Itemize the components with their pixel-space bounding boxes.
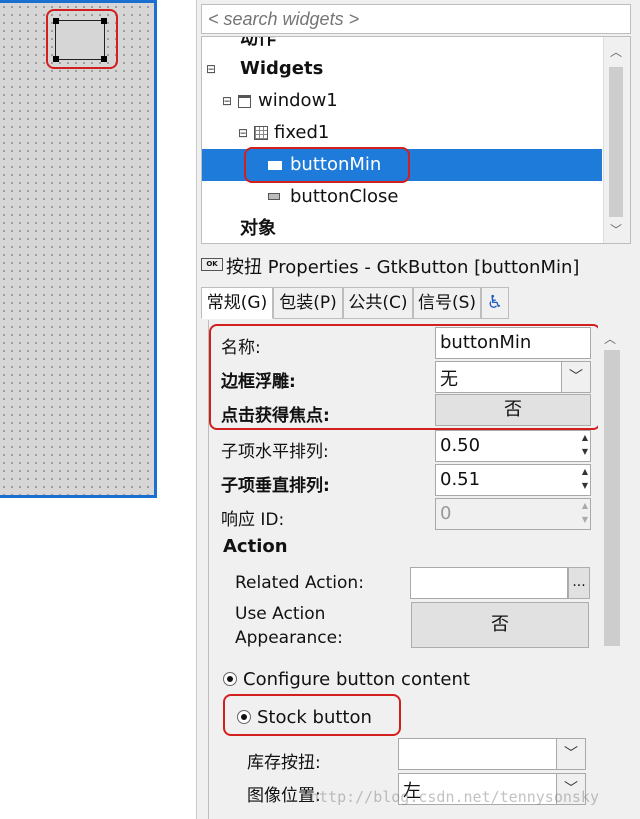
tab-label: 包装(P): [279, 293, 337, 313]
selected-tree-item-highlight: [244, 147, 410, 183]
tree-item-fixed1[interactable]: ⊟ fixed1: [202, 117, 602, 149]
tree-item-objects[interactable]: 对象: [202, 213, 602, 243]
relief-label: 边框浮雕:: [221, 372, 296, 392]
window-icon: [238, 95, 251, 108]
spin-arrows-icon[interactable]: ▲ ▼: [580, 499, 590, 529]
chevron-down-icon[interactable]: ﹀: [556, 739, 585, 769]
relief-value: 无: [440, 369, 458, 390]
scroll-down-icon[interactable]: ﹀: [610, 221, 622, 238]
tree-item-buttonclose[interactable]: buttonClose: [202, 181, 602, 213]
tree-item-window1[interactable]: ⊟ window1: [202, 85, 602, 117]
configure-content-radio[interactable]: [223, 672, 237, 686]
design-canvas[interactable]: [0, 0, 157, 498]
collapse-icon[interactable]: ⊟: [206, 53, 216, 85]
stock-id-label: 库存按扭:: [247, 753, 321, 773]
scroll-up-icon[interactable]: ︿: [610, 43, 622, 60]
canvas-margin: [160, 0, 197, 819]
resize-handle-bl[interactable]: [53, 56, 59, 62]
yalign-label: 子项垂直排列:: [221, 476, 330, 496]
use-action-appearance-label-2: Appearance:: [235, 628, 343, 648]
chevron-down-icon[interactable]: ﹀: [561, 362, 590, 392]
watermark: http://blog.csdn.net/tennysonsky: [310, 788, 599, 806]
response-id-value: 0: [440, 503, 452, 524]
resize-handle-tr[interactable]: [101, 18, 107, 24]
tree-item-label: window1: [258, 90, 338, 111]
tree-item-label: Widgets: [240, 58, 324, 79]
related-action-field[interactable]: [410, 567, 568, 599]
scroll-up-icon[interactable]: ︿: [604, 330, 616, 347]
tree-item-label: 对象: [240, 218, 276, 239]
focus-on-click-toggle[interactable]: 否: [435, 394, 591, 426]
scroll-thumb[interactable]: [604, 350, 620, 646]
properties-scrollbar[interactable]: ︿: [598, 320, 626, 819]
button-icon: [268, 193, 280, 200]
yalign-spin[interactable]: 0.51 ▲ ▼: [435, 464, 591, 496]
response-id-spin[interactable]: 0 ▲ ▼: [435, 498, 591, 530]
use-action-appearance-label: Use Action: [235, 604, 326, 624]
action-section-header: Action: [223, 536, 288, 557]
properties-header: OK 按扭 Properties - GtkButton [buttonMin]: [201, 250, 631, 278]
button-ok-icon: OK: [201, 258, 223, 271]
relief-combo[interactable]: 无 ﹀: [435, 361, 591, 393]
properties-title: 按扭 Properties - GtkButton [buttonMin]: [226, 257, 580, 278]
tab-accessibility[interactable]: ♿: [481, 287, 509, 319]
tree-item-widgets[interactable]: ⊟ Widgets: [202, 53, 602, 85]
resize-handle-tl[interactable]: [53, 18, 59, 24]
xalign-spin[interactable]: 0.50 ▲ ▼: [435, 430, 591, 462]
properties-tabs: 常规(G) 包装(P) 公共(C) 信号(S) ♿: [201, 287, 631, 319]
tree-item-label: fixed1: [274, 122, 330, 143]
related-action-browse-button[interactable]: ...: [568, 567, 590, 599]
search-input[interactable]: [201, 4, 631, 34]
widget-tree: 动作 ⊟ Widgets ⊟ window1 ⊟ fixed1 buttonMi…: [201, 36, 631, 244]
collapse-icon[interactable]: ⊟: [238, 117, 248, 149]
stock-button-label[interactable]: Stock button: [257, 707, 372, 728]
fixed-container-icon: [254, 126, 268, 140]
tab-common[interactable]: 公共(C): [343, 287, 413, 319]
yalign-value: 0.51: [440, 469, 481, 490]
tree-item-label: buttonClose: [290, 186, 399, 207]
spin-arrows-icon[interactable]: ▲ ▼: [580, 465, 590, 495]
tab-label: 信号(S): [417, 293, 477, 313]
spin-arrows-icon[interactable]: ▲ ▼: [580, 431, 590, 461]
tab-general[interactable]: 常规(G): [201, 287, 273, 319]
selected-widget[interactable]: [53, 18, 107, 62]
configure-content-label[interactable]: Configure button content: [243, 669, 470, 690]
collapse-icon[interactable]: ⊟: [222, 85, 232, 117]
response-id-label: 响应 ID:: [221, 510, 285, 530]
tree-scrollbar[interactable]: ︿ ﹀: [603, 37, 630, 243]
use-action-appearance-toggle[interactable]: 否: [411, 602, 589, 648]
xalign-value: 0.50: [440, 435, 481, 456]
scroll-thumb[interactable]: [609, 67, 623, 217]
tab-signals[interactable]: 信号(S): [413, 287, 481, 319]
xalign-label: 子项水平排列:: [221, 442, 329, 462]
stock-button-radio[interactable]: [237, 710, 251, 724]
stock-id-combo[interactable]: ﹀: [398, 738, 586, 770]
name-label: 名称:: [221, 338, 261, 358]
related-action-label: Related Action:: [235, 573, 364, 593]
resize-handle-br[interactable]: [101, 56, 107, 62]
focus-on-click-label: 点击获得焦点:: [221, 406, 330, 426]
properties-panel: 名称: buttonMin 边框浮雕: 无 ﹀ 点击获得焦点: 否 子项水平排列…: [208, 320, 601, 819]
tab-label: 常规(G): [206, 293, 268, 313]
tab-label: 公共(C): [348, 293, 408, 313]
name-field[interactable]: buttonMin: [435, 327, 591, 359]
tab-packing[interactable]: 包装(P): [273, 287, 343, 319]
accessibility-icon: ♿: [486, 292, 504, 313]
